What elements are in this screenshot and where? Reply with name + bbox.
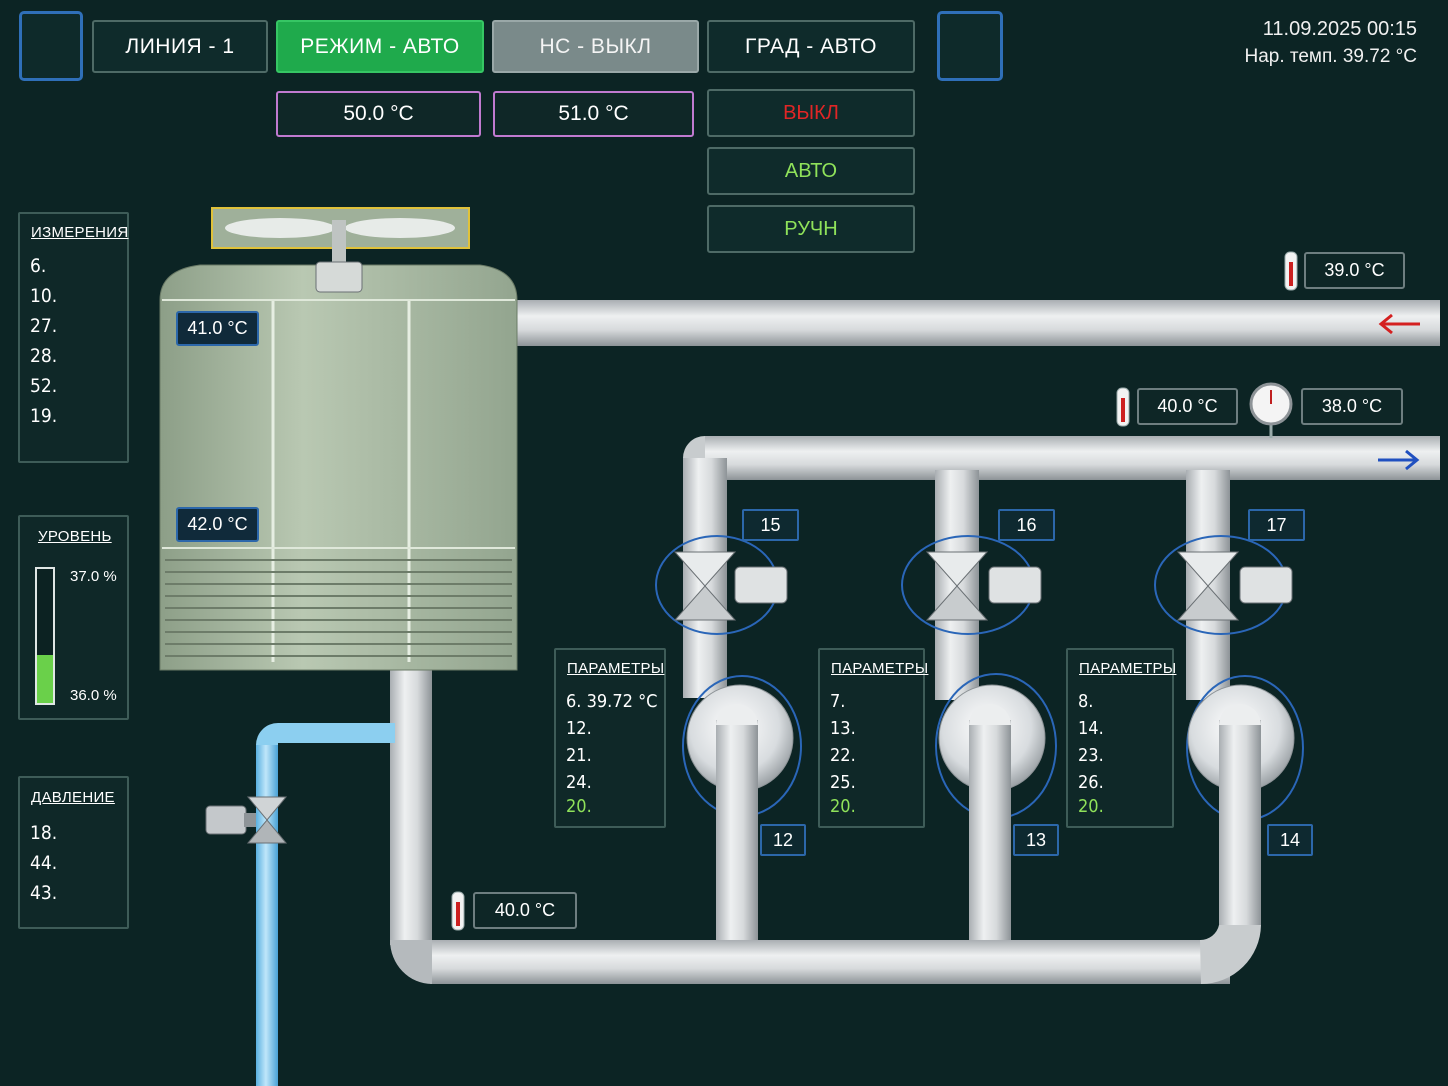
tower-temp-bottom: 42.0 °C (176, 507, 259, 542)
supply-temp: 40.0 °C (1137, 388, 1238, 425)
level-panel: УРОВЕНЬ 37.0 % 36.0 % (18, 515, 129, 720)
pressure-item: 43. (30, 882, 58, 904)
measurement-item: 52. (30, 375, 58, 397)
makeup-water-pipe (256, 745, 278, 1086)
datetime: 11.09.2025 00:15 (1262, 18, 1417, 40)
return-pipe (510, 300, 1440, 346)
supply-gauge-value: 38.0 °C (1301, 388, 1403, 425)
off-button[interactable]: ВЫКЛ (707, 89, 915, 137)
measurement-item: 19. (30, 405, 58, 427)
bottom-temp: 40.0 °C (473, 892, 577, 929)
param-item: 26. (1078, 772, 1104, 793)
measurement-item: 10. (30, 285, 58, 307)
pressure-item: 18. (30, 822, 58, 844)
params-panel-1: ПАРАМЕТРЫ 6. 39.72 °C 12. 21. 24. 20. (554, 648, 666, 828)
ns-button[interactable]: НС - ВЫКЛ (492, 20, 699, 73)
tower-temp-top: 41.0 °C (176, 311, 259, 346)
setpoint-1[interactable]: 50.0 °C (276, 91, 481, 137)
param-item: 21. (566, 745, 592, 766)
params-panel-3: ПАРАМЕТРЫ 8. 14. 23. 26. 20. (1066, 648, 1177, 828)
param-item: 14. (1078, 718, 1104, 739)
pump-tag-13[interactable]: 13 (1013, 824, 1059, 856)
manual-button[interactable]: РУЧН (707, 205, 915, 253)
outdoor-temp: Нар. темп. 39.72 °C (1244, 46, 1417, 67)
level-bar (35, 567, 55, 705)
header-info: 11.09.2025 00:15 Нар. темп. 39.72 °C (1150, 16, 1417, 70)
param-item: 12. (566, 718, 592, 739)
param-item: 8. (1078, 691, 1094, 712)
param-item: 13. (830, 718, 856, 739)
param-item: 7. (830, 691, 846, 712)
param-item: 22. (830, 745, 856, 766)
pressure-panel: ДАВЛЕНИЕ 18. 44. 43. (18, 776, 129, 929)
valve-tag-16[interactable]: 16 (998, 509, 1055, 541)
nav-right-button[interactable] (937, 11, 1003, 81)
supply-pipe (705, 436, 1440, 480)
param-item: 24. (566, 772, 592, 793)
pressure-title: ДАВЛЕНИЕ (31, 789, 115, 806)
pump-14-icon (1186, 675, 1304, 840)
param-item: 23. (1078, 745, 1104, 766)
nav-left-button[interactable] (19, 11, 83, 81)
param-status: 20. (566, 796, 592, 817)
measurements-title: ИЗМЕРЕНИЯ (31, 224, 129, 241)
params-title: ПАРАМЕТРЫ (567, 660, 665, 677)
measurement-item: 6. (30, 255, 47, 277)
param-item: 25. (830, 772, 856, 793)
measurement-item: 28. (30, 345, 58, 367)
grad-button[interactable]: ГРАД - АВТО (707, 20, 915, 73)
bottom-pipe (430, 940, 1230, 984)
thermometer-icon (1284, 251, 1298, 291)
params-title: ПАРАМЕТРЫ (1079, 660, 1177, 677)
measurement-item: 27. (30, 315, 58, 337)
params-title: ПАРАМЕТРЫ (831, 660, 929, 677)
pump-tag-14[interactable]: 14 (1267, 824, 1313, 856)
level-top-value: 37.0 % (70, 568, 117, 585)
level-bottom-value: 36.0 % (70, 687, 117, 704)
auto-button[interactable]: АВТО (707, 147, 915, 195)
mode-button[interactable]: РЕЖИМ - АВТО (276, 20, 484, 73)
params-panel-2: ПАРАМЕТРЫ 7. 13. 22. 25. 20. (818, 648, 929, 828)
measurements-panel: ИЗМЕРЕНИЯ 6. 10. 27. 28. 52. 19. (18, 212, 129, 463)
pump-12-icon (682, 675, 802, 840)
cooling-tower (159, 207, 518, 671)
valve-tag-15[interactable]: 15 (742, 509, 799, 541)
thermometer-icon (451, 891, 465, 931)
pump-tag-12[interactable]: 12 (760, 824, 806, 856)
param-status: 20. (830, 796, 856, 817)
level-title: УРОВЕНЬ (38, 528, 112, 545)
setpoint-2[interactable]: 51.0 °C (493, 91, 694, 137)
gauge-icon (1249, 382, 1293, 438)
param-status: 20. (1078, 796, 1104, 817)
return-temp: 39.0 °C (1304, 252, 1405, 289)
valve-tag-17[interactable]: 17 (1248, 509, 1305, 541)
thermometer-icon (1116, 387, 1130, 427)
level-bar-fill (37, 654, 53, 703)
param-item: 6. 39.72 °C (566, 691, 658, 712)
pressure-item: 44. (30, 852, 58, 874)
line-button[interactable]: ЛИНИЯ - 1 (92, 20, 268, 73)
